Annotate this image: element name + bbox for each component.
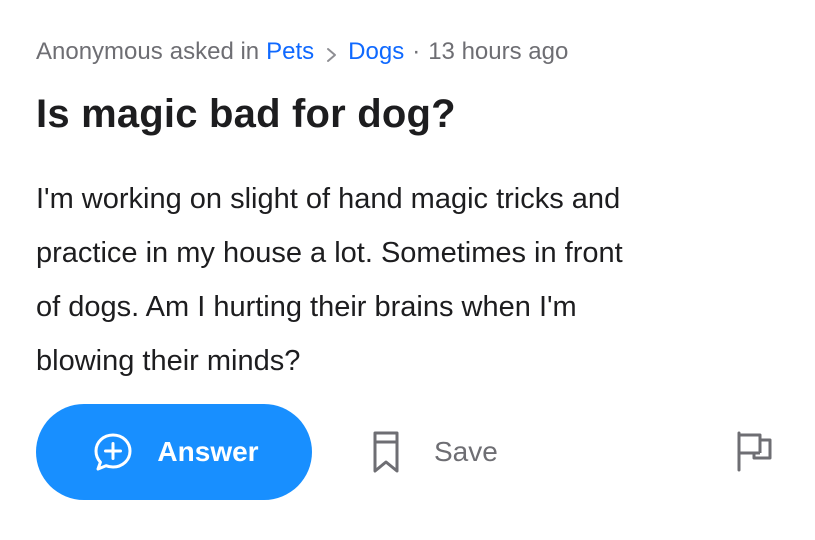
- asked-in-text: asked in: [169, 38, 260, 65]
- author-name: Anonymous: [36, 38, 163, 65]
- question-body-line: blowing their minds?: [36, 345, 301, 377]
- category-link-pets[interactable]: Pets: [266, 38, 314, 66]
- save-button[interactable]: Save: [372, 422, 498, 482]
- question-body: I'm working on slight of hand magic tric…: [36, 172, 776, 388]
- flag-icon[interactable]: [734, 430, 774, 472]
- question-body-line: practice in my house a lot. Sometimes in…: [36, 237, 623, 269]
- chevron-right-icon: [324, 44, 340, 64]
- answer-button[interactable]: Answer: [36, 404, 312, 500]
- answer-button-label: Answer: [157, 436, 259, 467]
- plus-speech-bubble-icon: [93, 432, 133, 472]
- question-title: Is magic bad for dog?: [36, 92, 456, 136]
- question-body-line: I'm working on slight of hand magic tric…: [36, 183, 621, 215]
- bookmark-icon: [372, 430, 400, 474]
- question-meta: Anonymous asked in Pets Dogs · 13 hours …: [36, 38, 568, 66]
- timestamp: 13 hours ago: [428, 38, 569, 65]
- meta-separator-dot: ·: [412, 38, 421, 65]
- save-button-label: Save: [434, 436, 498, 467]
- question-body-line: of dogs. Am I hurting their brains when …: [36, 291, 577, 323]
- category-link-dogs[interactable]: Dogs: [348, 38, 404, 66]
- question-card: Anonymous asked in Pets Dogs · 13 hours …: [0, 0, 815, 540]
